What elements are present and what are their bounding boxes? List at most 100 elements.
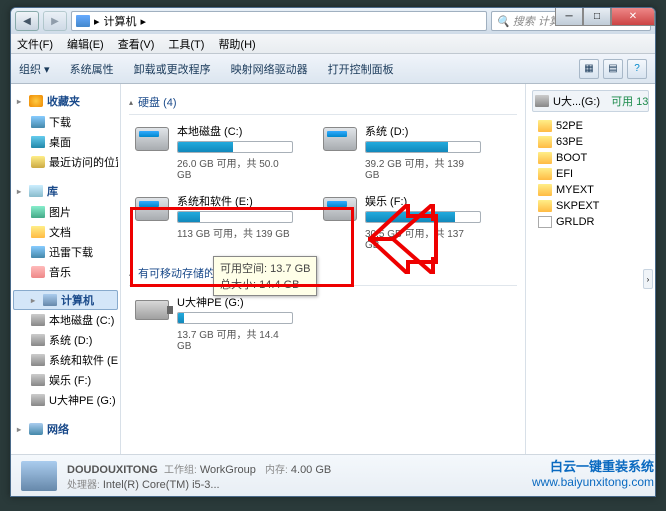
capacity-bar	[177, 141, 293, 153]
nav-drive-g[interactable]: U大神PE (G:)	[13, 390, 118, 410]
network-header[interactable]: 网络	[13, 418, 118, 440]
computer-large-icon	[21, 461, 57, 491]
hard-drive[interactable]: 系统和软件 (E:) 113 GB 可用，共 139 GB	[129, 189, 297, 255]
maximize-button[interactable]: □	[583, 8, 611, 26]
preview-pane-icon[interactable]: ▤	[603, 59, 623, 79]
content-pane: 硬盘 (4) 本地磁盘 (C:) 26.0 GB 可用，共 50.0 GB 系统…	[121, 84, 525, 454]
library-icon	[29, 185, 43, 197]
drive-name: 系统和软件 (E:)	[177, 193, 293, 209]
drive-name: 本地磁盘 (C:)	[177, 123, 293, 139]
nav-drive-f[interactable]: 娱乐 (F:)	[13, 370, 118, 390]
search-icon: 🔍	[496, 15, 510, 28]
preview-folder[interactable]: SKPEXT	[532, 198, 649, 214]
control-panel-button[interactable]: 打开控制面板	[328, 61, 394, 77]
preview-folder[interactable]: 52PE	[532, 118, 649, 134]
hard-drive[interactable]: 本地磁盘 (C:) 26.0 GB 可用，共 50.0 GB	[129, 119, 297, 185]
back-button[interactable]: ◀	[15, 11, 39, 31]
breadcrumb[interactable]: 计算机	[104, 13, 137, 29]
documents-icon	[31, 226, 45, 238]
nav-drive-c[interactable]: 本地磁盘 (C:)	[13, 310, 118, 330]
folder-icon	[538, 168, 552, 180]
hdd-icon	[321, 123, 359, 155]
preview-folder[interactable]: BOOT	[532, 150, 649, 166]
toolbar-right: ▦ ▤ ?	[579, 59, 647, 79]
hard-drive[interactable]: 娱乐 (F:) 30.5 GB 可用，共 137 GB	[317, 189, 485, 255]
menubar: 文件(F) 编辑(E) 查看(V) 工具(T) 帮助(H)	[11, 34, 655, 54]
folder-icon	[538, 200, 552, 212]
drive-name: 娱乐 (F:)	[365, 193, 481, 209]
hdd-icon	[31, 374, 45, 386]
removable-section-header[interactable]: 有可移动存储的设备 (1)	[129, 261, 517, 286]
pictures-icon	[31, 206, 45, 218]
preview-header: U大...(G:) 可用 13.8G	[532, 90, 649, 112]
favorites-header[interactable]: 收藏夹	[13, 90, 118, 112]
xunlei-icon	[31, 246, 45, 258]
desktop-icon	[31, 136, 45, 148]
drive-name: U大神PE (G:)	[177, 294, 293, 310]
preview-folder[interactable]: 63PE	[532, 134, 649, 150]
music-icon	[31, 266, 45, 278]
computer-header[interactable]: 计算机	[13, 290, 118, 310]
nav-pictures[interactable]: 图片	[13, 202, 118, 222]
uninstall-button[interactable]: 卸载或更改程序	[134, 61, 211, 77]
nav-drive-e[interactable]: 系统和软件 (E:)	[13, 350, 118, 370]
menu-help[interactable]: 帮助(H)	[218, 36, 255, 52]
body: 收藏夹 下载 桌面 最近访问的位置 库 图片 文档 迅雷下载 音乐 计算机 本地…	[11, 84, 655, 454]
capacity-bar	[177, 312, 293, 324]
capacity-bar	[177, 211, 293, 223]
nav-recent[interactable]: 最近访问的位置	[13, 152, 118, 172]
computer-icon	[43, 294, 57, 306]
removable-drive[interactable]: U大神PE (G:) 13.7 GB 可用，共 14.4 GB	[129, 290, 297, 356]
folder-icon	[538, 152, 552, 164]
address-bar[interactable]: ▸ 计算机 ▸	[71, 11, 487, 31]
nav-music[interactable]: 音乐	[13, 262, 118, 282]
help-icon[interactable]: ?	[627, 59, 647, 79]
hdd-icon	[31, 314, 45, 326]
nav-downloads[interactable]: 下载	[13, 112, 118, 132]
drive-name: 系统 (D:)	[365, 123, 481, 139]
preview-file[interactable]: GRLDR	[532, 214, 649, 230]
libraries-header[interactable]: 库	[13, 180, 118, 202]
view-mode-icon[interactable]: ▦	[579, 59, 599, 79]
status-info: DOUDOUXITONG 工作组: WorkGroup 内存: 4.00 GB …	[67, 461, 331, 491]
star-icon	[29, 95, 43, 107]
folder-icon	[538, 184, 552, 196]
menu-tools[interactable]: 工具(T)	[168, 36, 204, 52]
hdd-icon	[133, 193, 171, 225]
drive-stat: 113 GB 可用，共 139 GB	[177, 225, 293, 240]
explorer-window: ─ □ ✕ ◀ ▶ ▸ 计算机 ▸ 🔍 搜索 计算机 文件(F) 编辑(E) 查…	[10, 7, 656, 497]
organize-button[interactable]: 组织 ▾	[19, 61, 50, 77]
status-bar: DOUDOUXITONG 工作组: WorkGroup 内存: 4.00 GB …	[11, 454, 655, 496]
minimize-button[interactable]: ─	[555, 8, 583, 26]
expand-preview-button[interactable]: ›	[643, 269, 653, 289]
close-button[interactable]: ✕	[611, 8, 655, 26]
folder-icon	[538, 136, 552, 148]
network-icon	[29, 423, 43, 435]
menu-edit[interactable]: 编辑(E)	[67, 36, 104, 52]
hdd-icon	[133, 123, 171, 155]
forward-button[interactable]: ▶	[43, 11, 67, 31]
nav-drive-d[interactable]: 系统 (D:)	[13, 330, 118, 350]
preview-folder[interactable]: MYEXT	[532, 182, 649, 198]
drive-stat: 30.5 GB 可用，共 137 GB	[365, 225, 481, 251]
menu-file[interactable]: 文件(F)	[17, 36, 53, 52]
hdd-section-header[interactable]: 硬盘 (4)	[129, 90, 517, 115]
download-icon	[31, 116, 45, 128]
menu-view[interactable]: 查看(V)	[118, 36, 155, 52]
system-properties-button[interactable]: 系统属性	[70, 61, 114, 77]
nav-desktop[interactable]: 桌面	[13, 132, 118, 152]
drive-stat: 39.2 GB 可用，共 139 GB	[365, 155, 481, 181]
drive-stat: 13.7 GB 可用，共 14.4 GB	[177, 326, 293, 352]
drive-stat: 26.0 GB 可用，共 50.0 GB	[177, 155, 293, 181]
preview-pane: U大...(G:) 可用 13.8G 52PE63PEBOOTEFIMYEXTS…	[525, 84, 655, 454]
toolbar: 组织 ▾ 系统属性 卸载或更改程序 映射网络驱动器 打开控制面板 ▦ ▤ ?	[11, 54, 655, 84]
hdd-icon	[31, 354, 45, 366]
nav-xunlei[interactable]: 迅雷下载	[13, 242, 118, 262]
hard-drive[interactable]: 系统 (D:) 39.2 GB 可用，共 139 GB	[317, 119, 485, 185]
preview-folder[interactable]: EFI	[532, 166, 649, 182]
map-drive-button[interactable]: 映射网络驱动器	[231, 61, 308, 77]
folder-icon	[538, 120, 552, 132]
file-icon	[538, 216, 552, 228]
nav-documents[interactable]: 文档	[13, 222, 118, 242]
usb-icon	[31, 394, 45, 406]
